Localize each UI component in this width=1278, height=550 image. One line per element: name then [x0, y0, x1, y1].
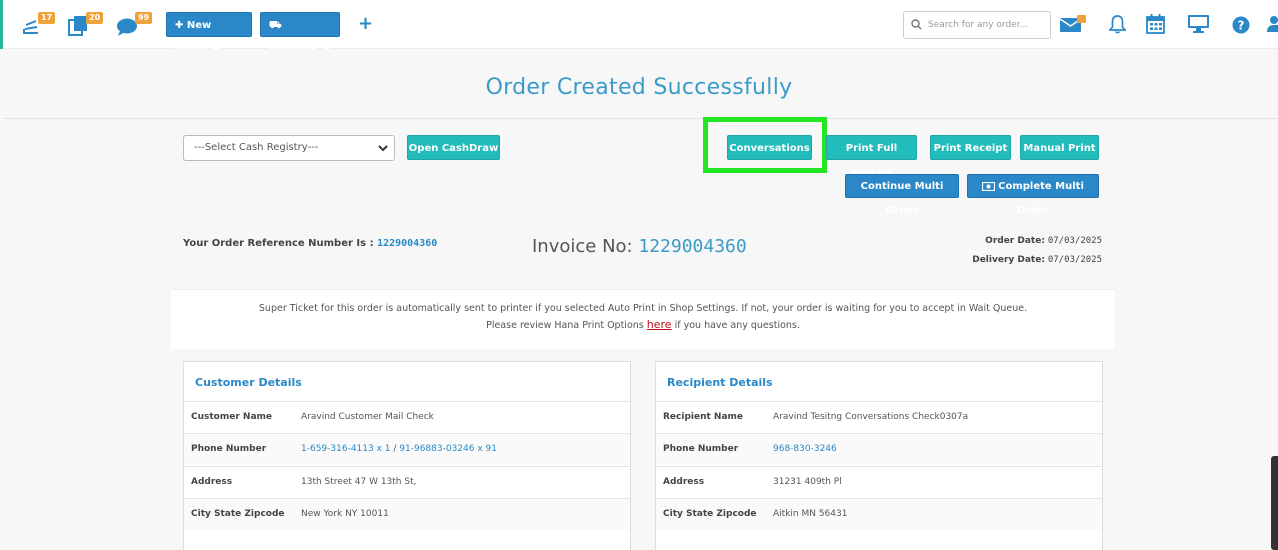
order-reference-label: Your Order Reference Number Is :: [183, 238, 374, 249]
recipient-details-table: Recipient Name Aravind Tesitng Conversat…: [656, 401, 1102, 550]
help-icon[interactable]: ?: [1232, 16, 1250, 38]
search-icon: [911, 19, 922, 30]
new-order-button[interactable]: ✚ New Order: [166, 12, 252, 56]
table-row: Address 13th Street 47 W 13th St,: [184, 466, 630, 498]
row-label: City State Zipcode: [663, 509, 757, 519]
notice-text-after-link: if you have any questions.: [674, 320, 800, 331]
row-label: City State Zipcode: [191, 509, 285, 519]
orders-count-badge: 17: [38, 12, 56, 24]
complete-multi-order-button[interactable]: Complete Multi Order: [967, 174, 1099, 216]
customer-details-title: Customer Details: [195, 376, 302, 389]
order-date-value: 07/03/2025: [1047, 236, 1102, 246]
print-receipt-button[interactable]: Print Receipt: [930, 135, 1011, 160]
conversations-highlight-box: [703, 117, 827, 173]
recipient-details-panel: Recipient Details Recipient Name Aravind…: [655, 361, 1103, 550]
svg-text:?: ?: [1238, 19, 1245, 33]
row-label: Address: [663, 477, 705, 487]
calendar-icon[interactable]: [1146, 14, 1165, 38]
plus-icon: ✚: [175, 20, 184, 31]
recipient-address-value: 31231 409th Pl: [773, 477, 842, 487]
table-row: Phone Number 1-659-316-4113 x 1 / 91-968…: [184, 433, 630, 465]
delivery-date: Delivery Date: 07/03/2025: [972, 255, 1102, 265]
customer-details-table: Customer Name Aravind Customer Mail Chec…: [184, 401, 630, 550]
customer-phone-link-2[interactable]: 91-96883-03246 x 91: [399, 444, 497, 454]
manual-print-button[interactable]: Manual Print: [1020, 135, 1099, 160]
notice-text-before-link: Please review Hana Print Options: [486, 320, 644, 331]
customer-city-state-zip-value: New York NY 10011: [301, 509, 389, 519]
row-label: Phone Number: [191, 444, 267, 454]
complete-multi-order-label: Complete Multi Order: [998, 181, 1084, 216]
print-full-receipt-button[interactable]: Print Full Receipt: [826, 135, 917, 179]
side-feedback-tab[interactable]: [1271, 456, 1278, 550]
notice-line-1: Super Ticket for this order is automatic…: [258, 303, 1028, 314]
order-reference-number[interactable]: 1229004360: [377, 238, 437, 249]
bell-icon[interactable]: [1108, 14, 1127, 38]
table-row: Recipient Name Aravind Tesitng Conversat…: [656, 401, 1102, 433]
customer-phone-value: 1-659-316-4113 x 1 / 91-96883-03246 x 91: [301, 444, 497, 454]
cash-registry-selected-value: ---Select Cash Registry---: [194, 142, 319, 153]
continue-multi-order-button[interactable]: Continue Multi Order: [845, 174, 959, 216]
chevron-down-icon: [378, 145, 388, 152]
delivery-date-value: 07/03/2025: [1047, 255, 1102, 265]
table-row: City State Zipcode Aitkin MN 56431: [656, 498, 1102, 530]
customer-phone-link-1[interactable]: 1-659-316-4113 x 1: [301, 444, 391, 454]
invoice-number: Invoice No: 1229004360: [532, 236, 747, 257]
row-label: Recipient Name: [663, 412, 744, 422]
delivery-date-label: Delivery Date:: [972, 255, 1045, 265]
customer-address-value: 13th Street 47 W 13th St,: [301, 477, 417, 487]
page-title: Order Created Successfully: [485, 75, 793, 100]
notice-line-2: Please review Hana Print Options here if…: [171, 318, 1115, 331]
table-row: Phone Number 968-830-3246: [656, 433, 1102, 465]
open-cashdraw-button[interactable]: Open CashDraw: [407, 135, 500, 160]
add-tab-plus-icon[interactable]: +: [358, 13, 373, 34]
row-label: Address: [191, 477, 233, 487]
recipient-phone-link[interactable]: 968-830-3246: [773, 444, 837, 454]
invoice-label: Invoice No:: [532, 236, 633, 257]
customer-details-panel: Customer Details Customer Name Aravind C…: [183, 361, 631, 550]
cash-icon: [982, 181, 996, 191]
recipient-city-state-zip-value: Aitkin MN 56431: [773, 509, 848, 519]
invoice-number-value[interactable]: 1229004360: [638, 236, 746, 257]
order-date: Order Date: 07/03/2025: [985, 236, 1102, 246]
print-notice: Super Ticket for this order is automatic…: [171, 289, 1115, 349]
table-row: City State Zipcode New York NY 10011: [184, 498, 630, 530]
truck-icon: ⛟: [269, 20, 282, 31]
messages-count-badge: 99: [135, 12, 153, 24]
order-search-box[interactable]: [903, 11, 1051, 39]
table-row: Customer Name Aravind Customer Mail Chec…: [184, 401, 630, 433]
recipient-name-value: Aravind Tesitng Conversations Check0307a: [773, 412, 969, 422]
row-label: Phone Number: [663, 444, 739, 454]
tickets-count-badge: 20: [86, 12, 104, 24]
left-accent-strip: [0, 0, 3, 49]
dispatch-button[interactable]: ⛟ Dispatch: [260, 12, 340, 56]
print-options-link[interactable]: here: [647, 318, 672, 331]
user-icon[interactable]: [1266, 15, 1278, 37]
search-input[interactable]: [928, 17, 1046, 33]
order-date-label: Order Date:: [985, 236, 1045, 246]
table-row: Address 31231 409th Pl: [656, 466, 1102, 498]
row-label: Customer Name: [191, 412, 272, 422]
cash-registry-select[interactable]: ---Select Cash Registry---: [183, 135, 395, 161]
recipient-details-title: Recipient Details: [667, 376, 773, 389]
mail-icon[interactable]: [1059, 15, 1086, 37]
monitor-icon[interactable]: [1187, 14, 1210, 38]
customer-name-value: Aravind Customer Mail Check: [301, 412, 434, 422]
order-reference: Your Order Reference Number Is : 1229004…: [183, 238, 437, 249]
phone-separator: /: [390, 444, 400, 454]
